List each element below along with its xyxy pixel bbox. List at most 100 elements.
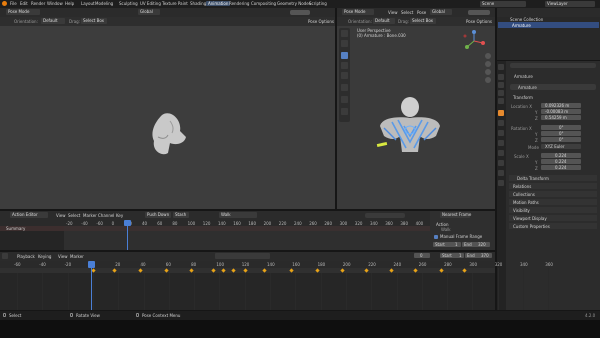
left-pose-options[interactable]: Pose Options — [308, 19, 334, 24]
render-tab-icon[interactable] — [498, 74, 504, 80]
tab-animation[interactable]: Animation — [206, 1, 231, 6]
location-x-field[interactable]: 0.092326 m — [541, 103, 581, 108]
camera-view-icon[interactable] — [485, 69, 491, 75]
right-shading-buttons[interactable] — [468, 10, 490, 15]
keyframe-marker[interactable] — [231, 268, 236, 273]
tab-shading[interactable]: Shading — [190, 1, 206, 6]
timeline-end-field[interactable]: End 370 — [465, 253, 492, 258]
right-pose-options[interactable]: Pose Options — [466, 19, 492, 24]
view-layer-selector[interactable]: ViewLayer — [545, 1, 595, 7]
tab-rendering[interactable]: Rendering — [229, 1, 249, 6]
scale-x-field[interactable]: 0.224 — [541, 153, 581, 158]
constraints-tab-icon[interactable] — [498, 140, 504, 146]
timeline-current-frame-field[interactable]: 0 — [414, 253, 430, 258]
character-model-right[interactable] — [376, 96, 444, 154]
right-orientation-dropdown[interactable]: Default — [373, 18, 395, 24]
scene-tab-icon[interactable] — [498, 98, 504, 104]
rotation-mode-dropdown[interactable]: XYZ Euler — [541, 144, 581, 149]
keyframe-marker[interactable] — [389, 268, 394, 273]
data-tab-icon[interactable] — [498, 150, 504, 156]
keyframe-marker[interactable] — [211, 268, 216, 273]
bone-tab-icon[interactable] — [498, 160, 504, 166]
left-orientation-dropdown[interactable]: Default — [41, 18, 65, 24]
blender-logo-icon[interactable] — [2, 1, 7, 6]
right-menu-view[interactable]: View — [388, 10, 398, 15]
perspective-toggle-icon[interactable] — [485, 77, 491, 83]
action-menu-view[interactable]: View — [56, 213, 66, 218]
pan-icon[interactable] — [485, 61, 491, 67]
timeline-menu-marker[interactable]: Marker — [70, 254, 84, 259]
right-menu-select[interactable]: Select — [401, 10, 413, 15]
keyframe-marker[interactable] — [262, 268, 267, 273]
push-down-button[interactable]: Push Down — [145, 212, 171, 218]
action-menu-channel[interactable]: Channel — [98, 213, 114, 218]
tab-layout[interactable]: Layout — [81, 1, 95, 6]
action-editor-mode-dropdown[interactable]: Action Editor — [10, 212, 48, 218]
right-menu-pose[interactable]: Pose — [417, 10, 426, 15]
timeline-playhead-line[interactable] — [91, 268, 92, 310]
manual-range-checkbox[interactable] — [434, 235, 438, 239]
cursor-tool-icon[interactable] — [341, 40, 348, 47]
right-drag-dropdown[interactable]: Select Box — [410, 18, 436, 24]
keyframe-marker[interactable] — [138, 268, 143, 273]
timeline-playback-menu[interactable]: Playback — [17, 254, 35, 259]
action-selector[interactable]: Walk — [219, 212, 257, 218]
physics-tab-icon[interactable] — [498, 130, 504, 136]
rotation-x-field[interactable]: 0° — [541, 125, 581, 130]
keyframe-marker[interactable] — [439, 268, 444, 273]
texture-tab-icon[interactable] — [498, 180, 504, 186]
keyframe-marker[interactable] — [462, 268, 467, 273]
action-menu-marker[interactable]: Marker — [83, 213, 97, 218]
timeline-current-frame-indicator[interactable] — [88, 261, 95, 268]
right-transform-dropdown[interactable]: Global — [430, 9, 452, 15]
move-tool-icon[interactable] — [341, 52, 348, 59]
timeline-editor-type-icon[interactable] — [2, 253, 8, 259]
action-menu-key[interactable]: Key — [116, 213, 123, 218]
measure-tool-icon[interactable] — [341, 108, 348, 115]
properties-search[interactable] — [510, 63, 596, 68]
scale-y-field[interactable]: 0.224 — [541, 159, 581, 164]
tab-geometry-nodes[interactable]: Geometry Nodes — [277, 1, 311, 6]
action-end-field[interactable]: End 320 — [462, 242, 490, 247]
left-shading-buttons[interactable] — [290, 10, 310, 15]
action-start-field[interactable]: Start 1 — [433, 242, 461, 247]
outliner-item-armature[interactable]: Armature — [512, 23, 531, 28]
left-transform-dropdown[interactable]: Global — [138, 9, 160, 15]
object-tab-icon[interactable] — [498, 110, 504, 116]
menu-window[interactable]: Window — [47, 1, 63, 6]
menu-edit[interactable]: Edit — [20, 1, 28, 6]
transform-tool-icon[interactable] — [341, 84, 348, 91]
rotation-y-field[interactable]: 0° — [541, 131, 581, 136]
output-tab-icon[interactable] — [498, 82, 504, 88]
location-z-field[interactable]: 0.54259 m — [541, 115, 581, 120]
stash-button[interactable]: Stash — [173, 212, 189, 218]
action-playhead-line[interactable] — [127, 226, 128, 250]
annotate-tool-icon[interactable] — [341, 96, 348, 103]
tab-uv-editing[interactable]: UV Editing — [140, 1, 161, 6]
keyframe-marker[interactable] — [364, 268, 369, 273]
zoom-icon[interactable] — [485, 53, 491, 59]
scale-z-field[interactable]: 0.224 — [541, 165, 581, 170]
bone-constraint-tab-icon[interactable] — [498, 170, 504, 176]
scale-tool-icon[interactable] — [341, 72, 348, 79]
timeline-keying-menu[interactable]: Keying — [38, 254, 51, 259]
keyframe-marker[interactable] — [91, 268, 96, 273]
tab-texture-paint[interactable]: Texture Paint — [162, 1, 188, 6]
tab-modeling[interactable]: Modeling — [95, 1, 113, 6]
nearest-frame-dropdown[interactable]: Nearest Frame — [440, 212, 471, 218]
menu-file[interactable]: File — [10, 1, 17, 6]
modifier-tab-icon[interactable] — [498, 120, 504, 126]
keyframe-marker[interactable] — [413, 268, 418, 273]
tab-scripting[interactable]: Scripting — [309, 1, 327, 6]
timeline-track-area[interactable] — [0, 268, 550, 310]
playback-controls[interactable] — [215, 253, 270, 259]
navigation-gizmo[interactable] — [462, 30, 486, 52]
location-y-field[interactable]: -0.00083 m — [541, 109, 581, 114]
transform-panel-header[interactable]: Transform — [513, 95, 533, 100]
rotation-z-field[interactable]: 0° — [541, 137, 581, 142]
tweak-tool-icon[interactable] — [341, 30, 348, 37]
rotate-tool-icon[interactable] — [341, 62, 348, 69]
tool-tab-icon[interactable] — [498, 64, 504, 70]
tab-compositing[interactable]: Compositing — [251, 1, 276, 6]
tab-sculpting[interactable]: Sculpting — [119, 1, 138, 6]
